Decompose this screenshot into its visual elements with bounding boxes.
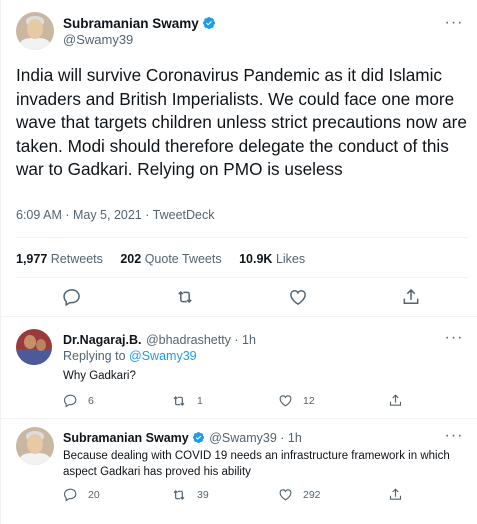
more-icon[interactable]: ··· xyxy=(444,15,464,34)
quote-tweets-stat[interactable]: 202 Quote Tweets xyxy=(120,252,221,266)
reply-author-name[interactable]: Subramanian Swamy xyxy=(63,431,189,445)
reply-author-avatar[interactable] xyxy=(16,427,54,465)
like-icon xyxy=(279,489,292,501)
reply-author-name[interactable]: Dr.Nagaraj.B. xyxy=(63,333,142,347)
retweet-button[interactable]: 1 xyxy=(171,393,203,409)
reply-button[interactable]: 20 xyxy=(63,487,100,502)
engagement-stats: 1,977 Retweets 202 Quote Tweets 10.9K Li… xyxy=(16,252,319,266)
retweet-icon[interactable] xyxy=(175,287,195,307)
share-icon xyxy=(389,488,402,500)
like-count: 12 xyxy=(303,394,315,407)
reply-author-handle[interactable]: @Swamy39 · 1h xyxy=(209,431,302,445)
reply-count: 6 xyxy=(88,394,94,407)
reply-author-avatar[interactable] xyxy=(16,329,52,365)
main-tweet: Subramanian Swamy @Swamy39 ··· India wil… xyxy=(1,0,477,316)
reply-icon xyxy=(63,488,77,502)
retweet-count: 39 xyxy=(197,489,209,501)
likes-stat[interactable]: 10.9K Likes xyxy=(239,252,305,266)
author-handle[interactable]: @Swamy39 xyxy=(63,32,133,47)
verified-badge-icon xyxy=(192,431,204,444)
tweet-text: India will survive Coronavirus Pandemic … xyxy=(16,65,467,179)
more-icon[interactable]: ··· xyxy=(444,428,464,447)
retweets-stat[interactable]: 1,977 Retweets xyxy=(16,252,103,266)
share-icon xyxy=(389,394,402,406)
share-button[interactable] xyxy=(388,393,413,408)
like-button[interactable]: 12 xyxy=(278,393,315,408)
tweet-timestamp[interactable]: 6:09 AM · May 5, 2021 · TweetDeck xyxy=(16,208,214,222)
more-icon[interactable]: ··· xyxy=(444,330,464,349)
retweet-count: 1 xyxy=(197,395,203,407)
reply-tweet[interactable]: Dr.Nagaraj.B. @bhadrashetty · 1h ··· Rep… xyxy=(1,317,477,418)
author-name[interactable]: Subramanian Swamy xyxy=(63,16,199,31)
retweet-button[interactable]: 39 xyxy=(171,487,209,503)
reply-actions: 20 39 292 xyxy=(63,487,463,505)
like-icon[interactable] xyxy=(288,287,308,307)
reply-count: 20 xyxy=(88,488,100,501)
retweet-icon xyxy=(173,490,185,500)
replying-to: Replying to @Swamy39 xyxy=(63,349,197,363)
like-button[interactable]: 292 xyxy=(278,487,321,502)
reply-tweet[interactable]: Subramanian Swamy @Swamy39 · 1h ··· Beca… xyxy=(1,419,477,524)
share-button[interactable] xyxy=(388,487,413,502)
reply-author-handle[interactable]: @bhadrashetty · 1h xyxy=(146,333,256,347)
reply-icon xyxy=(63,394,77,408)
retweet-icon xyxy=(173,396,185,406)
reply-actions: 6 1 12 xyxy=(63,393,463,411)
like-count: 292 xyxy=(303,488,321,501)
reply-button[interactable]: 6 xyxy=(63,393,94,408)
verified-badge-icon xyxy=(202,17,215,29)
reply-icon[interactable] xyxy=(62,287,82,307)
author-avatar[interactable] xyxy=(16,12,54,50)
share-icon[interactable] xyxy=(401,287,421,307)
tweet-actions xyxy=(1,287,477,311)
reply-text: Because dealing with COVID 19 needs an i… xyxy=(63,450,450,478)
reply-text: Why Gadkari? xyxy=(63,370,136,382)
replying-to-link[interactable]: @Swamy39 xyxy=(129,349,197,363)
like-icon xyxy=(279,395,292,407)
tweet-detail-view: Subramanian Swamy @Swamy39 ··· India wil… xyxy=(0,0,477,524)
